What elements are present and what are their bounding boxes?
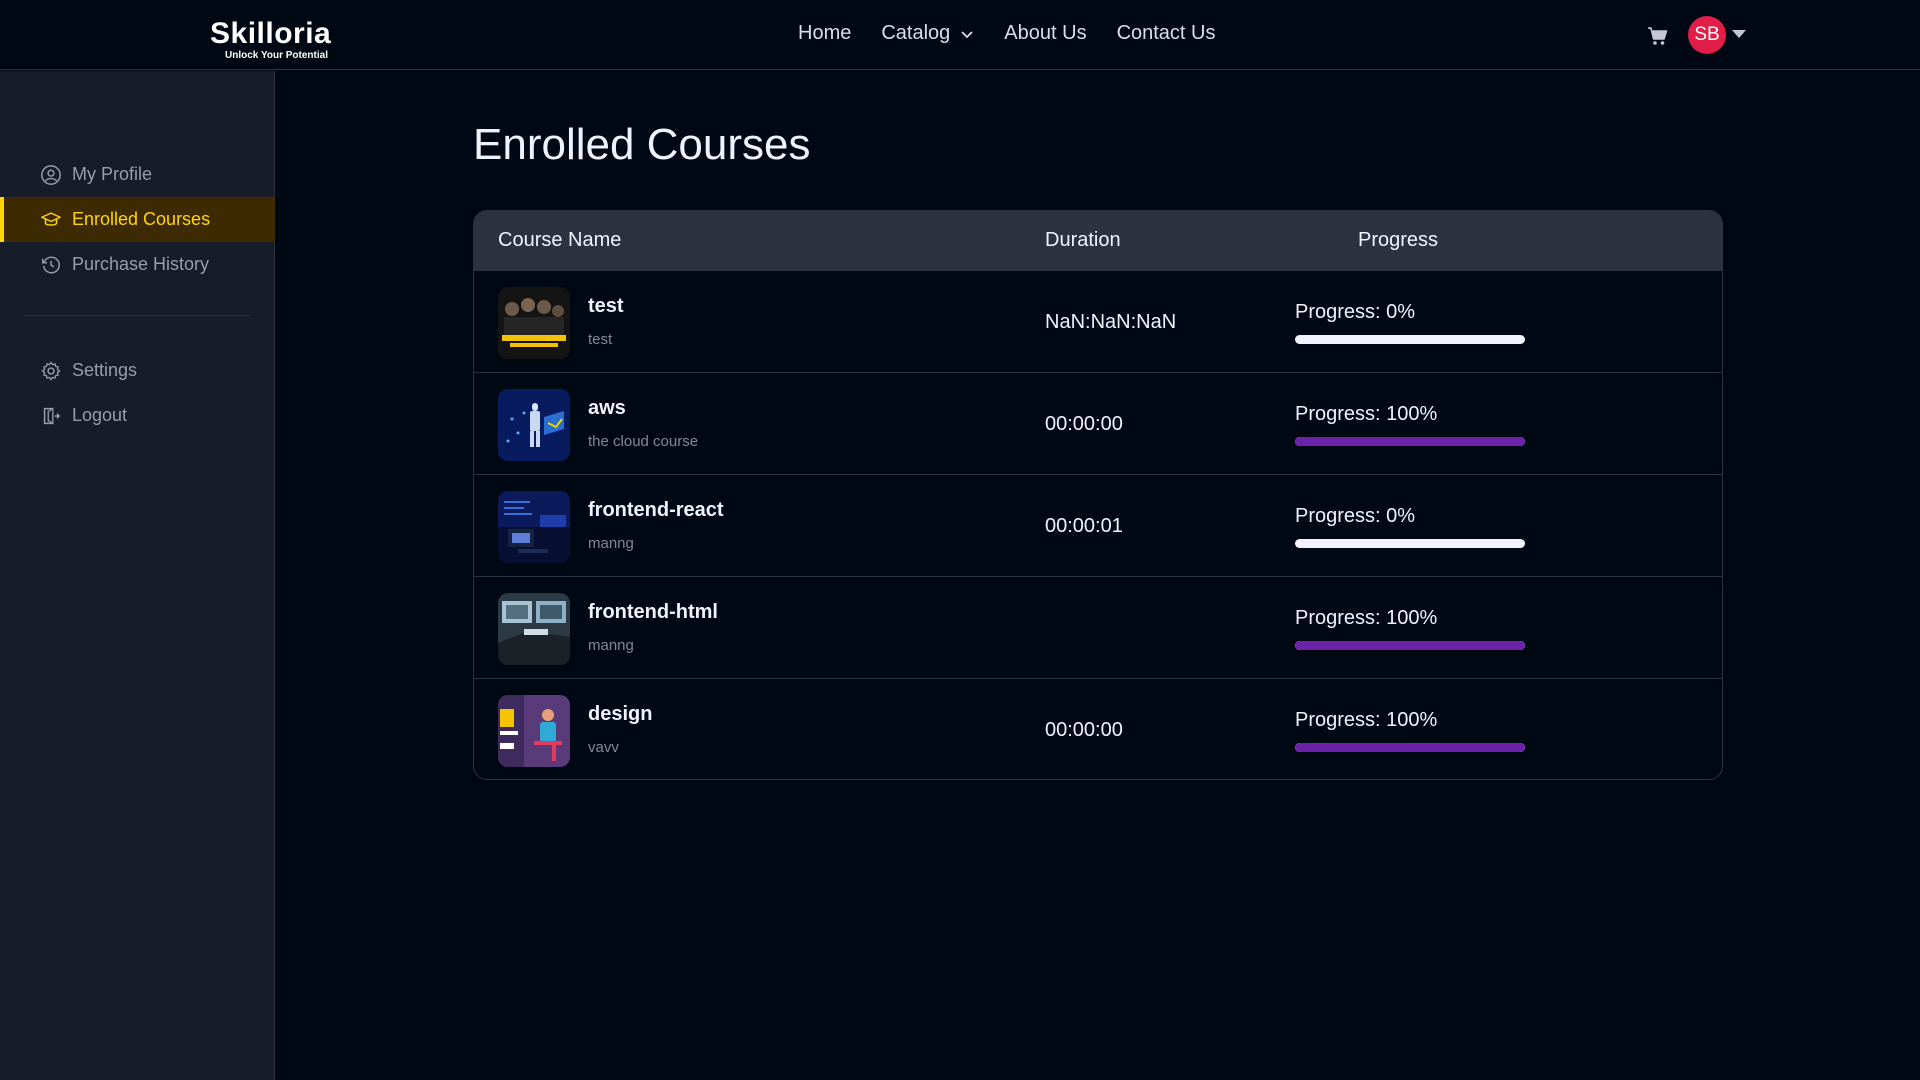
course-description: test (588, 331, 613, 348)
main-nav: Home Catalog About Us Contact Us (798, 22, 1216, 45)
table-header: Course Name Duration Progress (474, 211, 1722, 271)
main-content: Enrolled Courses (473, 120, 811, 170)
sidebar-item-label: Logout (72, 405, 128, 425)
sidebar-item-label: Purchase History (72, 254, 210, 274)
brand-name: Skilloria (210, 17, 332, 50)
progress-label: Progress: 100% (1295, 607, 1438, 629)
progress-label: Progress: 0% (1295, 301, 1416, 323)
sidebar-item-purchase-history[interactable]: Purchase History (0, 242, 275, 287)
table-row[interactable]: design vavv 00:00:00 Progress: 100% (474, 679, 1722, 779)
cart-icon[interactable] (1646, 24, 1670, 48)
sidebar-item-label: Settings (72, 360, 138, 380)
user-circle-icon (41, 164, 61, 185)
graduation-cap-icon (41, 211, 61, 226)
course-thumbnail[interactable] (498, 695, 570, 767)
page-title: Enrolled Courses (473, 120, 811, 169)
course-duration: 00:00:00 (1045, 719, 1123, 741)
logout-icon (43, 407, 61, 424)
table-row[interactable]: frontend-html manng Progress: 100% (474, 577, 1722, 679)
enrolled-courses-table: Course Name Duration Progress test test … (473, 210, 1723, 780)
course-title[interactable]: test (588, 295, 624, 318)
course-title[interactable]: aws (588, 397, 626, 420)
course-thumbnail[interactable] (498, 287, 570, 359)
course-description: manng (588, 535, 634, 552)
progress-label: Progress: 0% (1295, 505, 1416, 527)
course-title[interactable]: design (588, 703, 652, 726)
progress-bar (1295, 335, 1525, 344)
course-thumbnail[interactable] (498, 389, 570, 461)
sidebar-divider (24, 315, 250, 316)
gear-icon (41, 361, 61, 380)
progress-bar-fill (1295, 641, 1525, 650)
course-title[interactable]: frontend-html (588, 601, 718, 624)
table-row[interactable]: aws the cloud course 00:00:00 Progress: … (474, 373, 1722, 475)
history-icon (42, 256, 60, 274)
sidebar-item-label: Enrolled Courses (72, 209, 211, 229)
progress-bar (1295, 743, 1525, 752)
sidebar: My Profile Enrolled Courses Purchase His… (0, 71, 275, 1080)
user-avatar[interactable]: SB (1688, 16, 1726, 54)
caret-down-icon[interactable] (1732, 30, 1746, 38)
progress-label: Progress: 100% (1295, 709, 1438, 731)
brand-logo[interactable]: Skilloria Unlock Your Potential (210, 18, 360, 62)
progress-bar-fill (1295, 437, 1525, 446)
sidebar-item-label: My Profile (72, 164, 153, 184)
course-duration: NaN:NaN:NaN (1045, 311, 1177, 333)
course-duration: 00:00:00 (1045, 413, 1123, 435)
nav-contact-us[interactable]: Contact Us (1117, 22, 1216, 45)
column-header-duration: Duration (1045, 229, 1121, 251)
top-navbar: Skilloria Unlock Your Potential Home Cat… (0, 0, 1920, 70)
table-row[interactable]: frontend-react manng 00:00:01 Progress: … (474, 475, 1722, 577)
table-row[interactable]: test test NaN:NaN:NaN Progress: 0% (474, 271, 1722, 373)
sidebar-item-my-profile[interactable]: My Profile (0, 152, 275, 197)
progress-bar (1295, 437, 1525, 446)
course-title[interactable]: frontend-react (588, 499, 724, 522)
progress-bar (1295, 641, 1525, 650)
course-description: manng (588, 637, 634, 654)
nav-catalog[interactable]: Catalog (881, 22, 974, 45)
nav-home[interactable]: Home (798, 22, 851, 45)
course-thumbnail[interactable] (498, 593, 570, 665)
sidebar-item-enrolled-courses[interactable]: Enrolled Courses (0, 197, 275, 242)
column-header-progress: Progress (1358, 229, 1439, 251)
brand-tagline: Unlock Your Potential (225, 50, 328, 61)
course-description: vavv (588, 739, 619, 756)
course-description: the cloud course (588, 433, 699, 450)
progress-bar (1295, 539, 1525, 548)
chevron-down-icon (961, 30, 973, 38)
sidebar-item-logout[interactable]: Logout (0, 393, 275, 438)
progress-label: Progress: 100% (1295, 403, 1438, 425)
column-header-course: Course Name (498, 229, 622, 251)
course-thumbnail[interactable] (498, 491, 570, 563)
course-duration: 00:00:01 (1045, 515, 1123, 537)
nav-about-us[interactable]: About Us (1004, 22, 1086, 45)
progress-bar-fill (1295, 743, 1525, 752)
sidebar-item-settings[interactable]: Settings (0, 348, 275, 393)
